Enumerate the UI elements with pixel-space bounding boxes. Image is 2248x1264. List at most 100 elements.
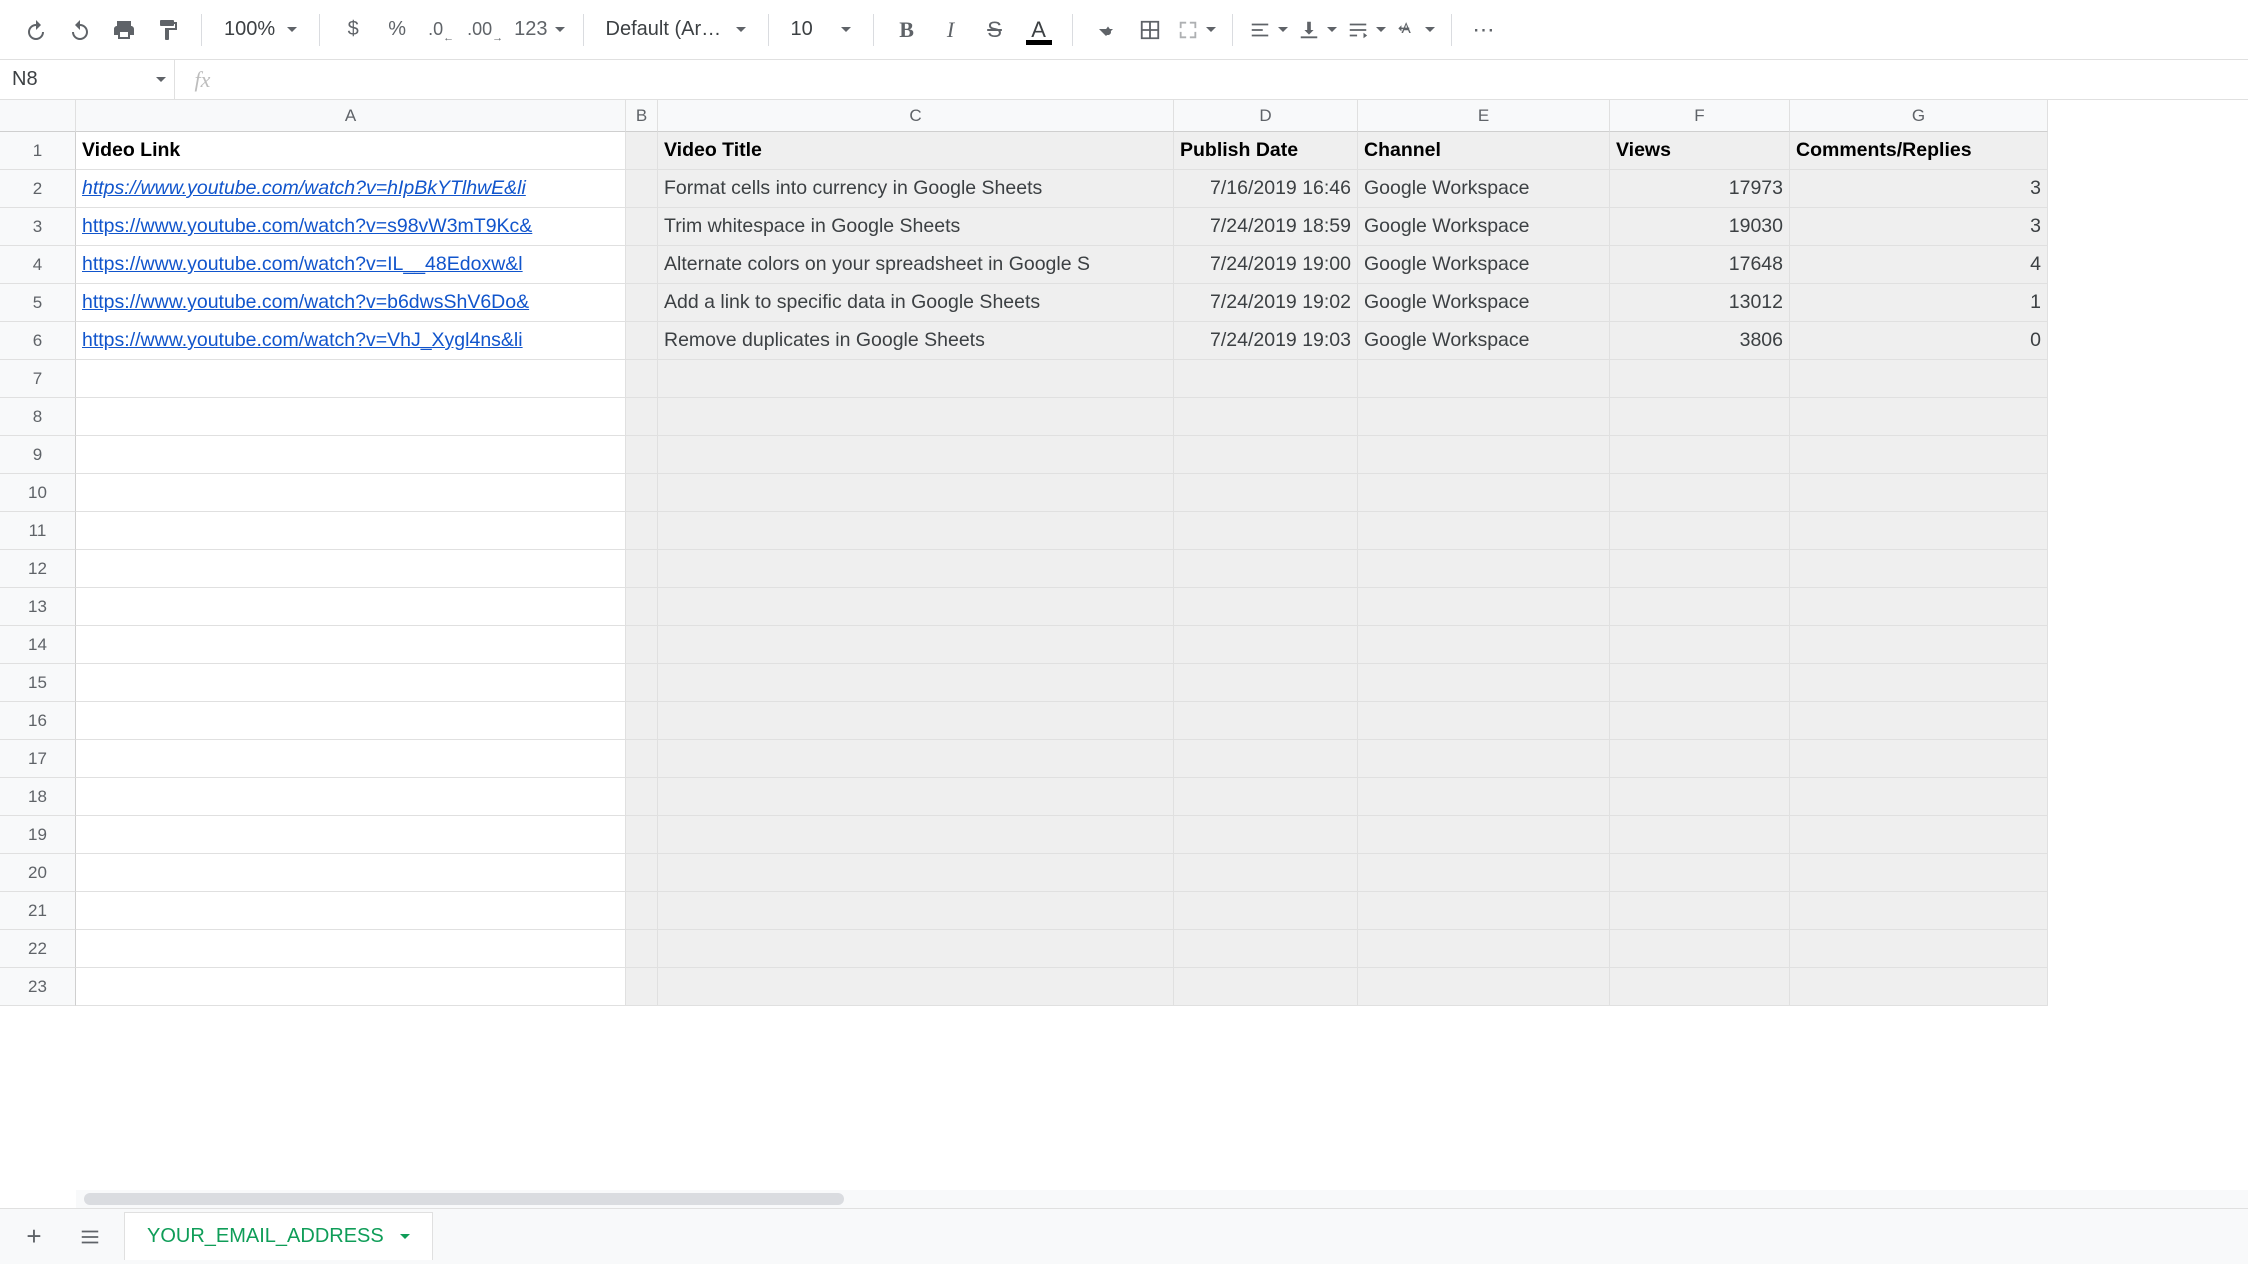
undo-button[interactable] [15, 9, 57, 51]
text-rotation-dropdown[interactable] [1392, 9, 1439, 51]
cell-B23[interactable] [626, 968, 658, 1006]
cell-C16[interactable] [658, 702, 1174, 740]
row-header-7[interactable]: 7 [0, 360, 76, 398]
cell-D12[interactable] [1174, 550, 1358, 588]
cell-D20[interactable] [1174, 854, 1358, 892]
cell-A22[interactable] [76, 930, 626, 968]
cell-A3[interactable]: https://www.youtube.com/watch?v=s98vW3mT… [76, 208, 626, 246]
sheet-tab[interactable]: YOUR_EMAIL_ADDRESS [124, 1212, 433, 1260]
cell-G6[interactable]: 0 [1790, 322, 2048, 360]
cell-G3[interactable]: 3 [1790, 208, 2048, 246]
cell-G1[interactable]: Comments/Replies [1790, 132, 2048, 170]
row-header-9[interactable]: 9 [0, 436, 76, 474]
cell-C2[interactable]: Format cells into currency in Google She… [658, 170, 1174, 208]
cell-G10[interactable] [1790, 474, 2048, 512]
cell-C12[interactable] [658, 550, 1174, 588]
cell-C19[interactable] [658, 816, 1174, 854]
formula-input[interactable] [230, 60, 2248, 99]
name-box[interactable]: N8 [0, 60, 175, 99]
cell-A13[interactable] [76, 588, 626, 626]
grid-area[interactable]: ABCDEFG1Video LinkVideo TitlePublish Dat… [0, 100, 2248, 1208]
column-header-F[interactable]: F [1610, 100, 1790, 132]
cell-D8[interactable] [1174, 398, 1358, 436]
fill-color-button[interactable] [1085, 9, 1127, 51]
cell-A18[interactable] [76, 778, 626, 816]
cell-A5[interactable]: https://www.youtube.com/watch?v=b6dwsShV… [76, 284, 626, 322]
cell-C9[interactable] [658, 436, 1174, 474]
cell-B6[interactable] [626, 322, 658, 360]
cell-B11[interactable] [626, 512, 658, 550]
cell-E18[interactable] [1358, 778, 1610, 816]
cell-A9[interactable] [76, 436, 626, 474]
row-header-6[interactable]: 6 [0, 322, 76, 360]
decrease-decimal-button[interactable]: .0← [420, 9, 462, 51]
cell-G18[interactable] [1790, 778, 2048, 816]
cell-D9[interactable] [1174, 436, 1358, 474]
vertical-align-dropdown[interactable] [1294, 9, 1341, 51]
cell-D18[interactable] [1174, 778, 1358, 816]
row-header-17[interactable]: 17 [0, 740, 76, 778]
cell-A23[interactable] [76, 968, 626, 1006]
cell-G14[interactable] [1790, 626, 2048, 664]
cell-F10[interactable] [1610, 474, 1790, 512]
cell-G22[interactable] [1790, 930, 2048, 968]
column-header-E[interactable]: E [1358, 100, 1610, 132]
cell-C21[interactable] [658, 892, 1174, 930]
cell-G21[interactable] [1790, 892, 2048, 930]
cell-D21[interactable] [1174, 892, 1358, 930]
row-header-21[interactable]: 21 [0, 892, 76, 930]
cell-E19[interactable] [1358, 816, 1610, 854]
cell-C3[interactable]: Trim whitespace in Google Sheets [658, 208, 1174, 246]
column-header-G[interactable]: G [1790, 100, 2048, 132]
horizontal-scrollbar[interactable] [76, 1190, 2248, 1208]
cell-C7[interactable] [658, 360, 1174, 398]
cell-F15[interactable] [1610, 664, 1790, 702]
format-percent-button[interactable]: % [376, 9, 418, 51]
row-header-4[interactable]: 4 [0, 246, 76, 284]
more-formats-dropdown[interactable]: 123 [508, 9, 570, 51]
cell-F13[interactable] [1610, 588, 1790, 626]
cell-E3[interactable]: Google Workspace [1358, 208, 1610, 246]
cell-E1[interactable]: Channel [1358, 132, 1610, 170]
cell-D14[interactable] [1174, 626, 1358, 664]
strikethrough-button[interactable]: S [974, 9, 1016, 51]
cell-D10[interactable] [1174, 474, 1358, 512]
cell-D17[interactable] [1174, 740, 1358, 778]
cell-E17[interactable] [1358, 740, 1610, 778]
increase-decimal-button[interactable]: .00→ [464, 9, 506, 51]
row-header-10[interactable]: 10 [0, 474, 76, 512]
cell-B4[interactable] [626, 246, 658, 284]
bold-button[interactable]: B [886, 9, 928, 51]
cell-B8[interactable] [626, 398, 658, 436]
all-sheets-button[interactable] [68, 1215, 112, 1259]
cell-D16[interactable] [1174, 702, 1358, 740]
row-header-20[interactable]: 20 [0, 854, 76, 892]
cell-E14[interactable] [1358, 626, 1610, 664]
cell-E8[interactable] [1358, 398, 1610, 436]
cell-F11[interactable] [1610, 512, 1790, 550]
cell-F21[interactable] [1610, 892, 1790, 930]
cell-D13[interactable] [1174, 588, 1358, 626]
column-header-D[interactable]: D [1174, 100, 1358, 132]
column-header-C[interactable]: C [658, 100, 1174, 132]
text-color-button[interactable]: A [1018, 9, 1060, 51]
cell-C10[interactable] [658, 474, 1174, 512]
redo-button[interactable] [59, 9, 101, 51]
cell-C17[interactable] [658, 740, 1174, 778]
cell-C22[interactable] [658, 930, 1174, 968]
cell-F17[interactable] [1610, 740, 1790, 778]
cell-C11[interactable] [658, 512, 1174, 550]
cell-F23[interactable] [1610, 968, 1790, 1006]
cell-G2[interactable]: 3 [1790, 170, 2048, 208]
merge-cells-dropdown[interactable] [1173, 9, 1220, 51]
cell-C5[interactable]: Add a link to specific data in Google Sh… [658, 284, 1174, 322]
cell-F7[interactable] [1610, 360, 1790, 398]
cell-D19[interactable] [1174, 816, 1358, 854]
cell-B1[interactable] [626, 132, 658, 170]
row-header-23[interactable]: 23 [0, 968, 76, 1006]
row-header-8[interactable]: 8 [0, 398, 76, 436]
cell-D22[interactable] [1174, 930, 1358, 968]
cell-F12[interactable] [1610, 550, 1790, 588]
cell-A4[interactable]: https://www.youtube.com/watch?v=IL__48Ed… [76, 246, 626, 284]
cell-B14[interactable] [626, 626, 658, 664]
